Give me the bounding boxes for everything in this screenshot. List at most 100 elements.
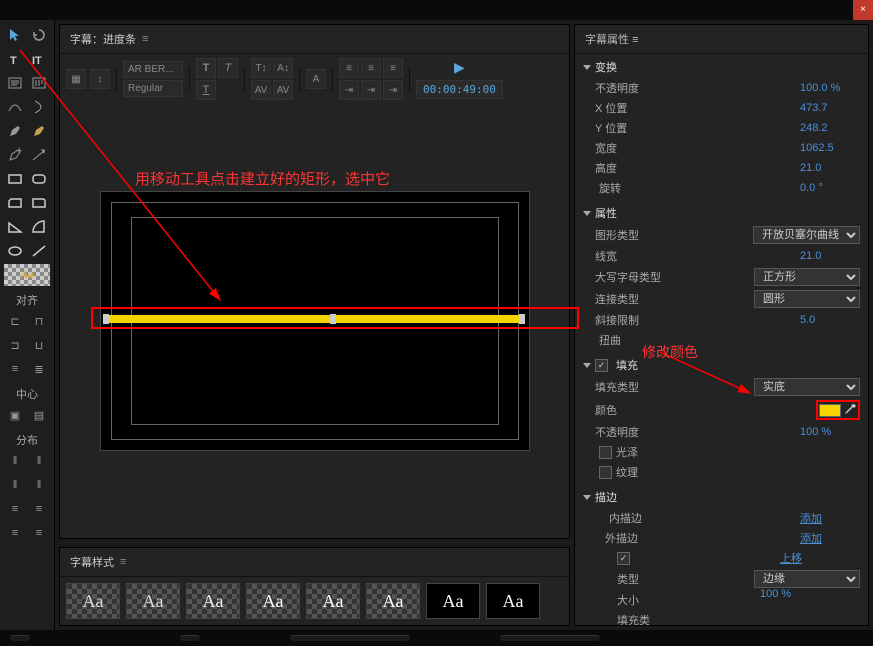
- dist-6[interactable]: ≡: [28, 498, 50, 520]
- roll-icon[interactable]: ↕: [90, 69, 110, 89]
- style-swatch[interactable]: Aa: [426, 583, 480, 619]
- style-swatch[interactable]: Aa: [486, 583, 540, 619]
- taskbar-item[interactable]: [290, 635, 410, 641]
- kerning-icon[interactable]: AV: [251, 80, 271, 100]
- tab1-icon[interactable]: ⇥: [339, 80, 359, 100]
- tab3-icon[interactable]: ⇥: [383, 80, 403, 100]
- wedge-tool[interactable]: [4, 216, 26, 238]
- join-select[interactable]: 圆形: [754, 290, 860, 308]
- timecode-display[interactable]: 00:00:49:00: [416, 80, 503, 99]
- font-size-icon[interactable]: T↕: [251, 58, 271, 78]
- stroke-type-select[interactable]: 边缘: [754, 570, 860, 588]
- align-bottom[interactable]: ≣: [28, 358, 50, 380]
- pen-tool[interactable]: [4, 120, 26, 142]
- dist-8[interactable]: ≡: [28, 522, 50, 544]
- align-top[interactable]: ⊔: [28, 334, 50, 356]
- texture-checkbox[interactable]: [599, 466, 612, 479]
- baseline-icon[interactable]: A: [306, 69, 326, 89]
- y-value[interactable]: 248.2: [800, 122, 860, 134]
- dist-2[interactable]: ‖: [28, 450, 50, 472]
- rounded-rectangle-tool[interactable]: [28, 168, 50, 190]
- templates-icon[interactable]: ▦: [66, 69, 86, 89]
- opacity-value[interactable]: 100.0 %: [800, 82, 860, 94]
- center-h[interactable]: ▣: [4, 404, 26, 426]
- italic-button[interactable]: T: [218, 58, 238, 78]
- style-swatch[interactable]: Aa: [246, 583, 300, 619]
- convert-point-tool[interactable]: [28, 144, 50, 166]
- eyedropper-icon[interactable]: [843, 403, 857, 417]
- handle-left[interactable]: [103, 314, 109, 324]
- dist-7[interactable]: ≡: [4, 522, 26, 544]
- ellipse-tool[interactable]: [4, 240, 26, 262]
- outer-stroke-checkbox[interactable]: ✓: [617, 552, 630, 565]
- stroke-size-value[interactable]: 100 %: [760, 588, 820, 600]
- dist-1[interactable]: ‖: [4, 450, 26, 472]
- text-sample-tool[interactable]: Aa: [4, 264, 50, 286]
- style-swatch[interactable]: Aa: [66, 583, 120, 619]
- props-menu-icon[interactable]: ≡: [632, 34, 638, 46]
- vertical-area-type-tool[interactable]: [28, 72, 50, 94]
- align-right[interactable]: ⊐: [4, 334, 26, 356]
- taskbar-item[interactable]: [500, 635, 600, 641]
- transform-section[interactable]: 变换: [575, 56, 868, 78]
- align-right-text[interactable]: ≡: [383, 58, 403, 78]
- align-center-h[interactable]: ⊓: [28, 310, 50, 332]
- arc-tool[interactable]: [28, 216, 50, 238]
- x-value[interactable]: 473.7: [800, 102, 860, 114]
- panel-menu-icon[interactable]: ≡: [142, 33, 148, 45]
- video-preview-icon[interactable]: ▶: [454, 59, 465, 76]
- type-tool[interactable]: T: [4, 48, 26, 70]
- center-v[interactable]: ▤: [28, 404, 50, 426]
- font-weight-dropdown[interactable]: Regular: [123, 80, 183, 97]
- dist-4[interactable]: ‖: [28, 474, 50, 496]
- taskbar-item[interactable]: [10, 635, 30, 641]
- align-middle[interactable]: ≡: [4, 358, 26, 380]
- width-value[interactable]: 1062.5: [800, 142, 860, 154]
- rounded-corner-tool[interactable]: [28, 192, 50, 214]
- path-type-tool[interactable]: [4, 96, 26, 118]
- handle-right[interactable]: [519, 314, 525, 324]
- styles-menu-icon[interactable]: ≡: [120, 556, 126, 568]
- taskbar-item[interactable]: [180, 635, 200, 641]
- style-swatch[interactable]: Aa: [126, 583, 180, 619]
- pen-delete-tool[interactable]: +: [4, 144, 26, 166]
- fill-checkbox[interactable]: ✓: [595, 359, 608, 372]
- fill-color-swatch[interactable]: [819, 404, 841, 417]
- graphic-type-select[interactable]: 开放贝塞尔曲线: [753, 226, 860, 244]
- vertical-type-tool[interactable]: IT: [28, 48, 50, 70]
- underline-button[interactable]: T: [196, 80, 216, 100]
- handle-center[interactable]: [330, 314, 336, 324]
- fill-type-select[interactable]: 实底: [754, 378, 860, 396]
- height-value[interactable]: 21.0: [800, 162, 860, 174]
- style-swatch[interactable]: Aa: [366, 583, 420, 619]
- tracking-icon[interactable]: AV: [273, 80, 293, 100]
- line-tool[interactable]: [28, 240, 50, 262]
- line-width-value[interactable]: 21.0: [800, 250, 860, 262]
- stroke-section[interactable]: 描边: [575, 486, 868, 508]
- selection-tool[interactable]: [4, 24, 26, 46]
- selected-rectangle[interactable]: [91, 307, 579, 329]
- miter-value[interactable]: 5.0: [800, 314, 860, 326]
- align-left-text[interactable]: ≡: [339, 58, 359, 78]
- fill-section[interactable]: ✓填充: [575, 354, 868, 376]
- rotation-value[interactable]: 0.0 °: [800, 182, 860, 194]
- attributes-section[interactable]: 属性: [575, 202, 868, 224]
- path-vertical-tool[interactable]: [28, 96, 50, 118]
- align-center-text[interactable]: ≡: [361, 58, 381, 78]
- caps-select[interactable]: 正方形: [754, 268, 860, 286]
- clipped-rectangle-tool[interactable]: [4, 192, 26, 214]
- dist-5[interactable]: ≡: [4, 498, 26, 520]
- tab2-icon[interactable]: ⇥: [361, 80, 381, 100]
- rotate-tool[interactable]: [28, 24, 50, 46]
- sheen-checkbox[interactable]: [599, 446, 612, 459]
- close-button[interactable]: ×: [853, 0, 873, 20]
- title-canvas[interactable]: [100, 191, 530, 451]
- bold-button[interactable]: T: [196, 58, 216, 78]
- leading-icon[interactable]: A↕: [273, 58, 293, 78]
- font-family-dropdown[interactable]: AR BER...: [123, 61, 183, 78]
- dist-3[interactable]: ‖: [4, 474, 26, 496]
- style-swatch[interactable]: Aa: [306, 583, 360, 619]
- fill-opacity-value[interactable]: 100 %: [800, 426, 860, 438]
- inner-stroke-add[interactable]: 添加: [800, 510, 860, 526]
- rectangle-tool[interactable]: [4, 168, 26, 190]
